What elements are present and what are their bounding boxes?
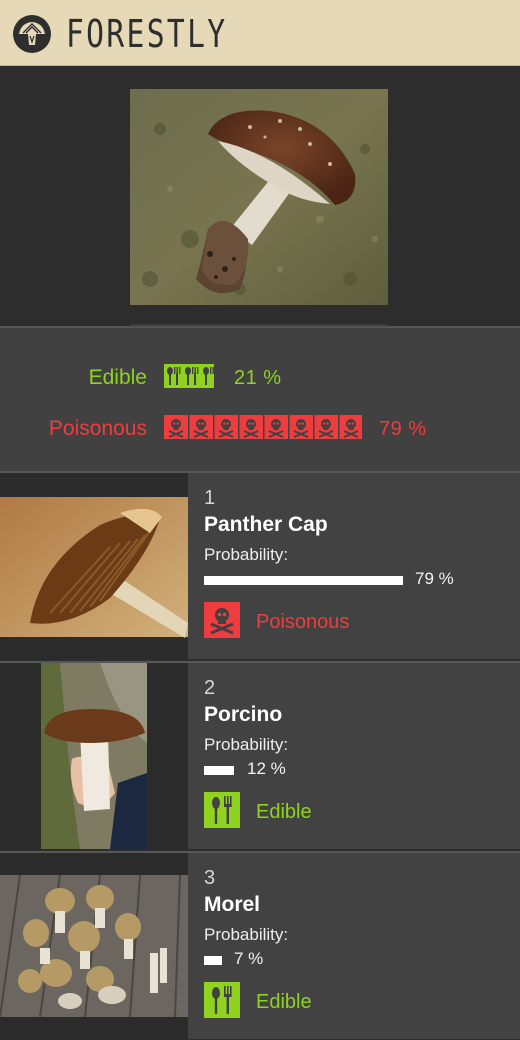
- skull-crossbones-icon: [204, 602, 240, 638]
- probability-percent-3: 7 %: [234, 949, 264, 968]
- poisonous-summary-bar: [164, 415, 364, 439]
- probability-percent-2: 12 %: [247, 759, 286, 778]
- result-name-3: Morel: [204, 893, 261, 916]
- probability-percent-1: 79 %: [415, 569, 454, 588]
- summary-panel: Edible 21 % Poisonous 79 %: [0, 326, 520, 471]
- result-name-2: Porcino: [204, 703, 283, 726]
- app-header: FORESTLY: [0, 0, 520, 66]
- result-rank-3: 3: [204, 867, 216, 889]
- fork-spoon-icon: [204, 982, 240, 1018]
- result-thumbnail-2[interactable]: [0, 663, 188, 849]
- app-title: FORESTLY: [66, 12, 228, 56]
- edible-summary-bar: [164, 364, 216, 388]
- panther-cap-photo: [0, 497, 188, 638]
- probability-label-2: Probability:: [204, 735, 289, 754]
- probability-label-3: Probability:: [204, 925, 289, 944]
- probability-bar-1: [204, 576, 403, 585]
- result-card-2[interactable]: 2 Porcino Probability: 12 % Edible: [0, 661, 520, 849]
- result-name-1: Panther Cap: [204, 513, 328, 536]
- mushroom-logo-icon[interactable]: [12, 14, 52, 54]
- classification-label-2: Edible: [256, 801, 312, 823]
- poisonous-summary-label: Poisonous: [48, 417, 147, 440]
- result-thumbnail-3[interactable]: [0, 853, 188, 1039]
- result-thumbnail-1[interactable]: [0, 473, 188, 659]
- result-card-3[interactable]: 3 Morel Probability: 7 % Edible: [0, 851, 520, 1039]
- probability-bar-2: [204, 766, 234, 775]
- hero-section: [0, 66, 520, 326]
- probability-label-1: Probability:: [204, 545, 289, 564]
- classification-label-3: Edible: [256, 991, 312, 1013]
- fork-spoon-icon: [164, 364, 214, 388]
- fork-spoon-icon: [204, 792, 240, 828]
- hero-mushroom-photo[interactable]: [130, 89, 388, 305]
- probability-bar-3: [204, 956, 222, 965]
- classification-label-1: Poisonous: [256, 611, 350, 633]
- result-rank-1: 1: [204, 487, 216, 509]
- poisonous-summary-percent: 79 %: [379, 418, 427, 440]
- morel-photo: [0, 874, 188, 1018]
- result-rank-2: 2: [204, 677, 216, 699]
- result-card-1[interactable]: 1 Panther Cap Probability: 79 % Poisonou…: [0, 471, 520, 659]
- porcino-photo: [41, 663, 147, 849]
- edible-summary-percent: 21 %: [234, 367, 282, 389]
- edible-summary-label: Edible: [88, 366, 147, 389]
- skull-crossbones-icon: [164, 415, 362, 439]
